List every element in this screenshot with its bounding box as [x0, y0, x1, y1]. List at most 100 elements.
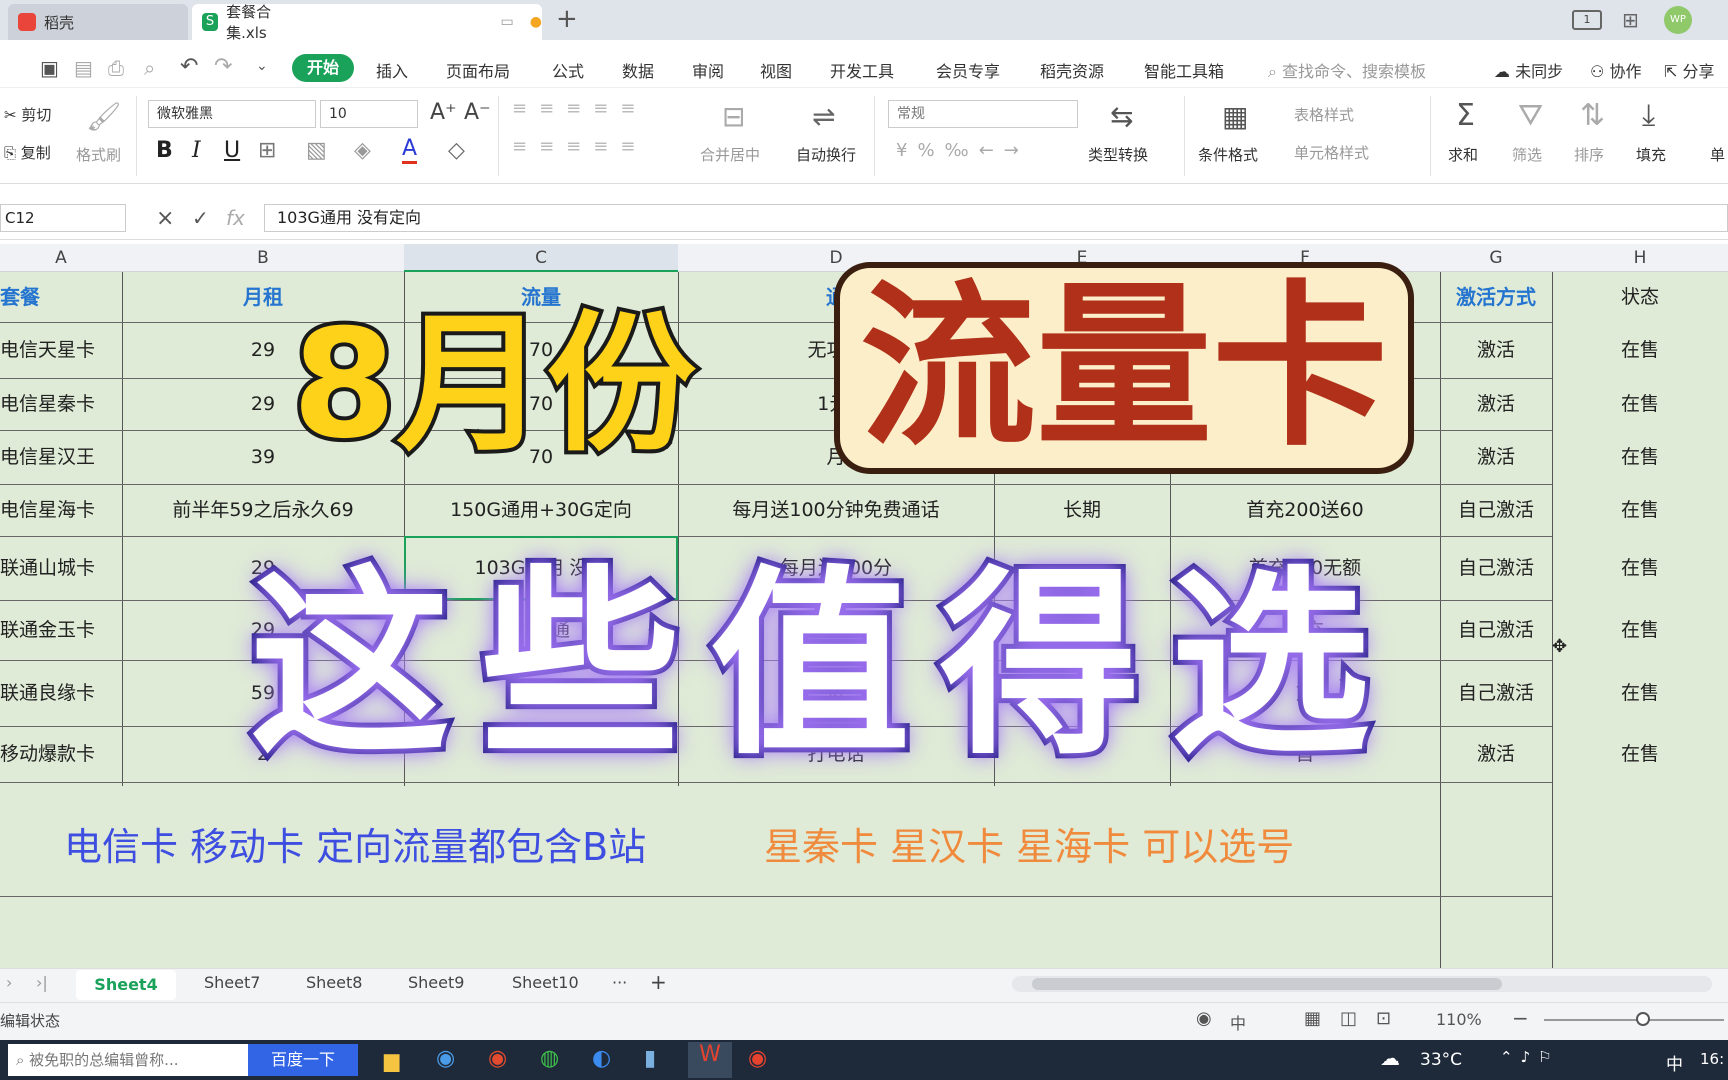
- sort-button[interactable]: 排序: [1574, 144, 1604, 165]
- search-command[interactable]: ⌕ 查找命令、搜索模板: [1268, 58, 1426, 82]
- copy-button[interactable]: ⎘ 复制: [4, 142, 51, 163]
- table-cell[interactable]: 激活: [1440, 430, 1552, 484]
- export-icon[interactable]: ▤: [74, 56, 93, 80]
- sum-button[interactable]: 求和: [1448, 144, 1478, 165]
- sheet-tab-sheet4[interactable]: Sheet4: [76, 970, 176, 1000]
- table-cell[interactable]: 自己激活: [1440, 660, 1552, 726]
- col-header-b[interactable]: B: [122, 244, 404, 272]
- conditional-format-button[interactable]: 条件格式: [1198, 144, 1258, 165]
- table-cell[interactable]: 首充200送60: [1170, 484, 1440, 536]
- save-icon[interactable]: ▣: [40, 56, 59, 80]
- normal-view-icon[interactable]: ▦: [1304, 1008, 1321, 1029]
- scrollbar-thumb[interactable]: [1032, 978, 1502, 990]
- share-button[interactable]: ⇱ 分享: [1664, 58, 1715, 82]
- col-header-g[interactable]: G: [1440, 244, 1552, 272]
- header-cell[interactable]: 状态: [1552, 272, 1728, 322]
- table-cell[interactable]: 电信星汉王: [0, 430, 122, 484]
- pattern-icon[interactable]: ▧: [306, 138, 327, 163]
- preview-icon[interactable]: ⌕: [144, 56, 155, 80]
- prev-sheet-icon[interactable]: ›: [6, 973, 12, 992]
- sheet-tab-sheet10[interactable]: Sheet10: [512, 973, 579, 992]
- menu-smart-toolbox[interactable]: 智能工具箱: [1144, 58, 1224, 82]
- ime-status[interactable]: 中: [1230, 1010, 1246, 1034]
- horizontal-align-icons[interactable]: ≡≡≡≡≡: [512, 136, 647, 157]
- cut-button[interactable]: ✂ 剪切: [4, 104, 51, 125]
- fx-icon[interactable]: fx: [226, 206, 245, 230]
- table-cell[interactable]: 150G通用+30G定向: [404, 484, 678, 536]
- menu-page-layout[interactable]: 页面布局: [446, 58, 510, 82]
- fill-button[interactable]: 填充: [1636, 144, 1666, 165]
- single-button[interactable]: 单: [1710, 144, 1725, 165]
- menu-formula[interactable]: 公式: [552, 58, 584, 82]
- col-header-a[interactable]: A: [0, 244, 122, 272]
- font-family-select[interactable]: 微软雅黑: [148, 100, 316, 128]
- table-cell[interactable]: 长期: [994, 484, 1170, 536]
- number-format-select[interactable]: 常规: [888, 100, 1078, 128]
- eye-icon[interactable]: ◉: [1196, 1008, 1212, 1029]
- tab-workbook[interactable]: S 套餐合集.xls ▭ ●: [192, 3, 542, 42]
- table-cell[interactable]: 在售: [1552, 322, 1728, 378]
- wechat-icon[interactable]: ◍: [540, 1046, 559, 1071]
- menu-data[interactable]: 数据: [622, 58, 654, 82]
- border-icon[interactable]: ⊞: [258, 138, 276, 163]
- table-style-button[interactable]: 表格样式: [1294, 104, 1354, 125]
- table-cell[interactable]: 自己激活: [1440, 600, 1552, 660]
- header-cell[interactable]: 套餐: [0, 272, 122, 322]
- file-explorer-icon[interactable]: ▆: [384, 1048, 399, 1072]
- last-sheet-icon[interactable]: ›|: [36, 973, 48, 992]
- page-layout-icon[interactable]: ◫: [1340, 1008, 1357, 1029]
- font-color-icon[interactable]: A: [402, 136, 418, 164]
- avatar[interactable]: WP: [1664, 6, 1692, 34]
- decrease-font-icon[interactable]: A⁻: [464, 100, 491, 125]
- collab-button[interactable]: ⚇ 协作: [1590, 58, 1641, 82]
- vertical-align-icons[interactable]: ≡≡≡≡≡: [512, 98, 647, 119]
- horizontal-scrollbar[interactable]: [1012, 976, 1712, 992]
- sheet-tab-sheet8[interactable]: Sheet8: [306, 973, 362, 992]
- font-size-select[interactable]: 10: [320, 100, 418, 128]
- table-cell[interactable]: 联通山城卡: [0, 536, 122, 600]
- cancel-icon[interactable]: ×: [156, 206, 174, 231]
- table-cell[interactable]: 在售: [1552, 726, 1728, 782]
- underline-icon[interactable]: U: [224, 138, 240, 163]
- table-cell[interactable]: 联通良缘卡: [0, 660, 122, 726]
- redo-icon[interactable]: ↷: [214, 54, 232, 79]
- zoom-slider[interactable]: [1544, 1019, 1724, 1021]
- taskbar-search[interactable]: ⌕ 被免职的总编辑曾称...: [8, 1044, 248, 1076]
- type-convert-button[interactable]: 类型转换: [1088, 144, 1148, 165]
- monitor-icon[interactable]: ▭: [501, 14, 514, 30]
- new-tab-plus-icon[interactable]: +: [556, 4, 578, 34]
- table-cell[interactable]: 移动爆款卡: [0, 726, 122, 782]
- table-cell[interactable]: 自己激活: [1440, 484, 1552, 536]
- col-header-h[interactable]: H: [1552, 244, 1728, 272]
- baidu-search-button[interactable]: 百度一下: [248, 1044, 358, 1076]
- print-icon[interactable]: ⎙: [108, 56, 124, 80]
- header-cell[interactable]: 激活方式: [1440, 272, 1552, 322]
- tray-icons[interactable]: ⌃♪⚐: [1500, 1048, 1560, 1066]
- table-cell[interactable]: 电信星秦卡: [0, 378, 122, 430]
- edge-icon[interactable]: ◐: [592, 1046, 611, 1071]
- menu-view[interactable]: 视图: [760, 58, 792, 82]
- browser-icon[interactable]: ◉: [436, 1046, 455, 1071]
- bold-icon[interactable]: B: [156, 138, 173, 163]
- wps-icon[interactable]: W: [688, 1042, 732, 1078]
- sheet-tab-sheet7[interactable]: Sheet7: [204, 973, 260, 992]
- col-header-c[interactable]: C: [404, 244, 678, 272]
- table-cell[interactable]: 前半年59之后永久69: [122, 484, 404, 536]
- format-painter-button[interactable]: 格式刷: [76, 144, 121, 165]
- table-cell[interactable]: 激活: [1440, 726, 1552, 782]
- tab-daoke[interactable]: 稻壳: [8, 4, 188, 40]
- menu-developer[interactable]: 开发工具: [830, 58, 894, 82]
- taskbar-ime[interactable]: 中: [1666, 1050, 1683, 1075]
- sync-status[interactable]: ☁ 未同步: [1494, 58, 1563, 82]
- sheet-tab-sheet9[interactable]: Sheet9: [408, 973, 464, 992]
- menu-review[interactable]: 审阅: [692, 58, 724, 82]
- table-cell[interactable]: 每月送100分钟免费通话: [678, 484, 994, 536]
- number-format-icons[interactable]: ¥%‰←→: [896, 140, 1029, 161]
- recorder-icon[interactable]: ◉: [748, 1046, 767, 1071]
- menu-member[interactable]: 会员专享: [936, 58, 1000, 82]
- wrap-text-button[interactable]: 自动换行: [796, 144, 856, 165]
- chrome-icon[interactable]: ◉: [488, 1046, 507, 1071]
- table-cell[interactable]: 在售: [1552, 378, 1728, 430]
- window-layout-icon[interactable]: 1: [1572, 10, 1602, 30]
- italic-icon[interactable]: I: [192, 138, 201, 163]
